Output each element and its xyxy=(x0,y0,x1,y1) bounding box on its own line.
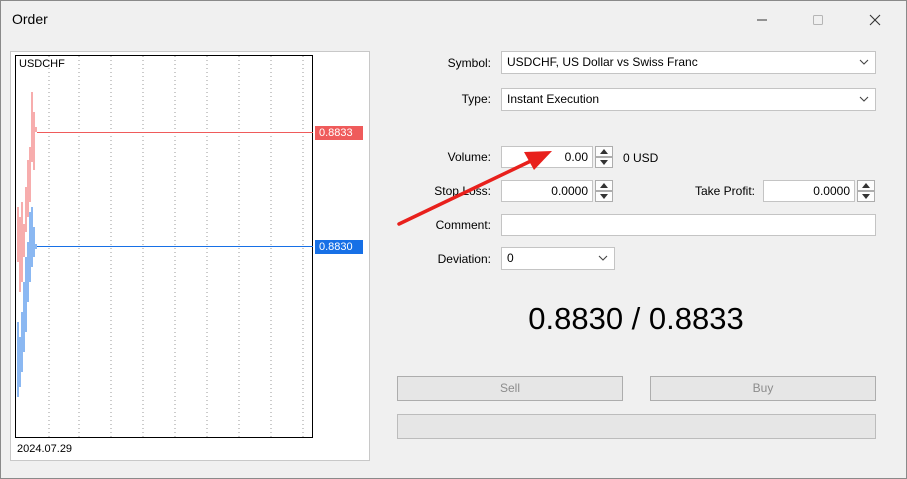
bid-ask-quote: 0.8830 / 0.8833 xyxy=(528,301,744,336)
stop-loss-label: Stop Loss: xyxy=(434,184,491,198)
window-title: Order xyxy=(12,11,48,27)
deviation-label: Deviation: xyxy=(437,252,491,266)
minimize-icon xyxy=(757,19,767,21)
symbol-select[interactable]: USDCHF, US Dollar vs Swiss Franc xyxy=(501,51,876,74)
tick-chart: USDCHF 0.8833 0.8830 2024.07.29 xyxy=(10,51,370,461)
chart-symbol-label: USDCHF xyxy=(19,58,65,70)
volume-stepper[interactable] xyxy=(595,146,613,168)
symbol-label: Symbol: xyxy=(447,56,491,70)
spin-down-icon[interactable] xyxy=(857,191,875,202)
spin-up-icon[interactable] xyxy=(595,180,613,191)
stop-loss-input[interactable]: 0.0000 xyxy=(501,180,593,202)
chart-canvas xyxy=(15,55,313,438)
symbol-value: USDCHF, US Dollar vs Swiss Franc xyxy=(507,55,698,69)
status-bar xyxy=(397,414,876,439)
type-value: Instant Execution xyxy=(507,92,600,106)
close-icon xyxy=(869,14,881,26)
volume-unit: 0 USD xyxy=(623,151,659,165)
chevron-down-icon xyxy=(859,89,869,117)
comment-label: Comment: xyxy=(435,218,491,232)
spin-up-icon[interactable] xyxy=(595,146,613,157)
chevron-down-icon xyxy=(859,52,869,80)
close-button[interactable] xyxy=(852,1,898,39)
spin-down-icon[interactable] xyxy=(595,191,613,202)
comment-input[interactable] xyxy=(501,214,876,236)
bid-price-tag: 0.8830 xyxy=(315,240,363,254)
take-profit-stepper[interactable] xyxy=(857,180,875,202)
buy-button[interactable]: Buy xyxy=(650,376,876,401)
order-window: Order USDCHF 0.8833 0.8830 2024.07.29 Sy… xyxy=(0,0,907,479)
deviation-value: 0 xyxy=(507,251,514,265)
sell-button[interactable]: Sell xyxy=(397,376,623,401)
minimize-button[interactable] xyxy=(739,1,785,39)
maximize-button[interactable] xyxy=(795,1,841,39)
volume-label: Volume: xyxy=(447,150,491,164)
take-profit-input[interactable]: 0.0000 xyxy=(763,180,855,202)
ask-price-tag: 0.8833 xyxy=(315,126,363,140)
type-label: Type: xyxy=(461,92,491,106)
type-select[interactable]: Instant Execution xyxy=(501,88,876,111)
deviation-select[interactable]: 0 xyxy=(501,247,615,270)
spin-down-icon[interactable] xyxy=(595,157,613,168)
chart-date-label: 2024.07.29 xyxy=(17,443,73,455)
volume-input[interactable]: 0.00 xyxy=(501,146,593,168)
take-profit-label: Take Profit: xyxy=(694,184,755,198)
chevron-down-icon xyxy=(598,248,608,276)
maximize-icon xyxy=(813,15,823,25)
spin-up-icon[interactable] xyxy=(857,180,875,191)
stop-loss-stepper[interactable] xyxy=(595,180,613,202)
title-bar: Order xyxy=(1,1,906,39)
